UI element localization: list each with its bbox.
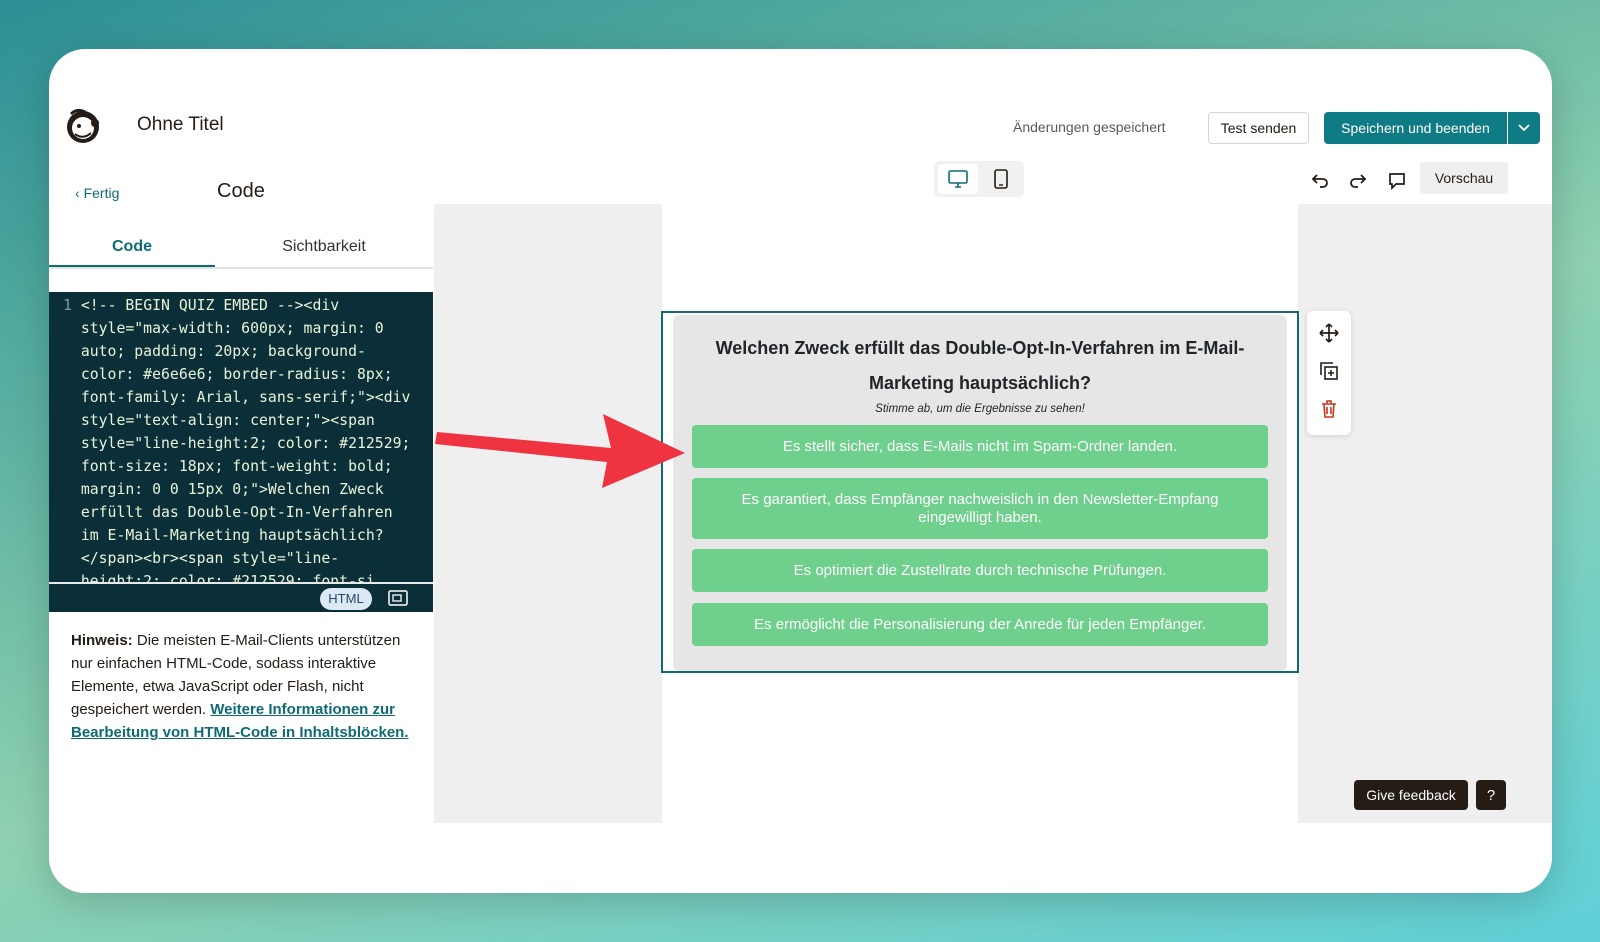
code-line: <!-- BEGIN QUIZ EMBED --><div (80, 297, 340, 314)
device-toggle (934, 161, 1024, 197)
code-line: style="line-height:2; color: #212529; (80, 435, 411, 452)
tab-visibility[interactable]: Sichtbarkeit (215, 229, 433, 269)
back-link[interactable]: ‹ Fertig (75, 185, 119, 201)
bottom-strip (49, 823, 1552, 893)
undo-icon (1311, 174, 1328, 188)
code-line: style="max-width: 600px; margin: 0 (80, 320, 384, 337)
selected-content-block[interactable]: Welchen Zweck erfüllt das Double-Opt-In-… (661, 311, 1299, 673)
hint-text: Hinweis: Die meisten E-Mail-Clients unte… (71, 629, 416, 744)
html-mode-badge[interactable]: HTML (320, 588, 372, 610)
duplicate-icon[interactable] (1317, 359, 1341, 383)
save-dropdown-button[interactable] (1508, 112, 1540, 144)
save-status: Änderungen gespeichert (1013, 119, 1166, 135)
undo-button[interactable] (1308, 169, 1332, 193)
line-number: 1 (63, 297, 72, 314)
code-line: erfüllt das Double-Opt-In-Verfahren (80, 504, 393, 521)
save-and-exit-button[interactable]: Speichern und beenden (1324, 112, 1507, 144)
preview-button[interactable]: Vorschau (1420, 162, 1508, 194)
quiz-subtitle: Stimme ab, um die Ergebnisse zu sehen! (875, 403, 1085, 415)
code-line: auto; padding: 20px; background- (80, 343, 366, 360)
code-line: font-size: 18px; font-weight: bold; (80, 458, 393, 475)
panel-title: Code (217, 180, 265, 202)
code-line: height:2; color: #212529; font-si (80, 573, 375, 582)
tab-code[interactable]: Code (49, 229, 215, 269)
code-editor[interactable]: 1 <!-- BEGIN QUIZ EMBED --><div style="m… (49, 292, 433, 582)
quiz-option-2[interactable]: Es garantiert, dass Empfänger nachweisli… (692, 478, 1268, 539)
mobile-view-button[interactable] (982, 164, 1020, 194)
annotation-arrow (435, 414, 685, 488)
chevron-left-icon: ‹ (75, 185, 84, 201)
quiz-question: Welchen Zweck erfüllt das Double-Opt-In-… (715, 338, 1245, 393)
code-line: style="text-align: center;"><span (80, 412, 375, 429)
mobile-icon (994, 169, 1008, 189)
campaign-title[interactable]: Ohne Titel (137, 114, 224, 136)
redo-button[interactable] (1346, 169, 1370, 193)
help-button[interactable]: ? (1476, 780, 1506, 810)
redo-icon (1350, 174, 1367, 188)
code-line: color: #e6e6e6; border-radius: 8px; (80, 366, 393, 383)
comment-button[interactable] (1385, 169, 1409, 193)
give-feedback-button[interactable]: Give feedback (1354, 780, 1468, 810)
mailchimp-logo[interactable] (63, 106, 103, 146)
editor-footer: HTML (49, 582, 433, 612)
code-text[interactable]: 1 <!-- BEGIN QUIZ EMBED --><div style="m… (63, 294, 427, 582)
back-label: Fertig (83, 185, 120, 201)
chevron-down-icon (1518, 124, 1530, 132)
quiz-option-3[interactable]: Es optimiert die Zustellrate durch techn… (692, 549, 1268, 592)
comment-icon (1389, 173, 1405, 190)
expand-editor-icon[interactable] (388, 590, 408, 606)
tabs-divider (49, 267, 433, 269)
code-line: </span><br><span style="line- (80, 550, 340, 567)
desktop-icon (948, 170, 968, 188)
hint-label: Hinweis: (71, 632, 133, 649)
code-line: font-family: Arial, sans-serif;"><div (80, 389, 411, 406)
code-line: margin: 0 0 15px 0;">Welchen Zweck (80, 481, 384, 498)
quiz-option-4[interactable]: Es ermöglicht die Personalisierung der A… (692, 603, 1268, 646)
block-toolbar (1307, 311, 1351, 435)
quiz-option-1[interactable]: Es stellt sicher, dass E-Mails nicht im … (692, 425, 1268, 468)
delete-icon[interactable] (1317, 397, 1341, 421)
quiz-embed: Welchen Zweck erfüllt das Double-Opt-In-… (673, 315, 1287, 671)
code-line: im E-Mail-Marketing hauptsächlich? (80, 527, 384, 544)
move-icon[interactable] (1317, 321, 1341, 345)
app-window: Ohne Titel Änderungen gespeichert Test s… (49, 49, 1552, 893)
send-test-button[interactable]: Test senden (1208, 112, 1309, 144)
desktop-view-button[interactable] (938, 164, 978, 194)
